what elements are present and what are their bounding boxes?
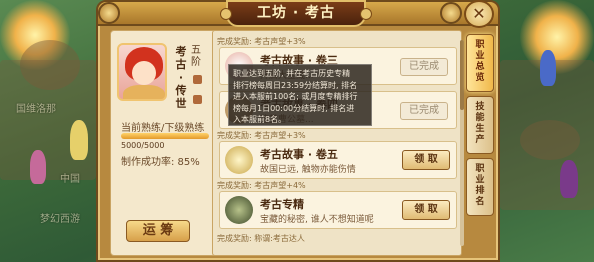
scrollbar-thumb[interactable]	[460, 40, 464, 110]
reward-note: 完成奖励: 称谓:考古达人	[217, 234, 305, 243]
npc-name-label: 梦幻西游	[40, 214, 80, 225]
proficiency-value: 5000/5000	[121, 141, 165, 150]
quest-card[interactable]: 考古专精宝藏的秘密, 谁人不想知道呢 领 取	[219, 191, 457, 229]
side-tab[interactable]: 技能生产	[466, 96, 494, 154]
reward-note: 完成奖励: 考古声望+3%	[217, 37, 306, 46]
reward-note: 完成奖励: 考古声望+4%	[217, 181, 306, 190]
completed-button: 已完成	[400, 58, 448, 76]
ornament-icon	[440, 2, 462, 24]
quest-subtitle: 故国已远, 触物亦能伤情	[260, 165, 356, 175]
completed-button: 已完成	[400, 102, 448, 120]
claim-button[interactable]: 领 取	[402, 150, 450, 170]
bowl-icon	[225, 146, 253, 174]
seal-icon	[193, 75, 202, 84]
requirement-tooltip: 职业达到五阶, 并在考古历史专精 排行榜每周日23:59分结算时, 排名 进入本服前…	[228, 64, 372, 126]
window-title: 工坊 · 考古	[220, 0, 372, 27]
npc-character[interactable]	[560, 160, 578, 198]
tooltip-line: 榜每月1日00:00分结算时, 排名进	[233, 103, 355, 113]
character-avatar	[117, 43, 167, 101]
npc-character[interactable]	[540, 50, 556, 86]
tooltip-line: 职业达到五阶, 并在考古历史专精	[233, 69, 351, 78]
convey-button[interactable]: 运 筹	[126, 220, 190, 242]
tooltip-line: 入本服前8名。	[233, 115, 287, 124]
npc-name-label: 国维洛那	[16, 104, 56, 115]
proficiency-bar	[121, 133, 209, 139]
seal-icon	[193, 95, 202, 104]
character-name: 考古 · 传世	[175, 45, 187, 110]
npc-character[interactable]	[30, 150, 46, 184]
ornament-icon	[98, 2, 120, 24]
reward-note: 完成奖励: 考古声望+3%	[217, 131, 306, 140]
close-button[interactable]: ✕	[464, 0, 494, 28]
side-tab[interactable]: 职业排名	[466, 158, 494, 216]
tooltip-line: 进入本服前100名; 或月度专精排行	[233, 92, 358, 101]
quest-card[interactable]: 考古故事 · 卷五故国已远, 触物亦能伤情 领 取	[219, 141, 457, 179]
success-rate: 制作成功率: 85%	[121, 157, 200, 168]
quest-title: 考古专精	[260, 198, 304, 211]
proficiency-label: 当前熟练/下级熟练	[121, 123, 205, 134]
character-rank: 五阶	[191, 45, 201, 68]
npc-name-label: 中国	[60, 174, 80, 185]
side-tab[interactable]: 职业总览	[466, 34, 494, 92]
quest-subtitle: 宝藏的秘密, 谁人不想知道呢	[260, 215, 374, 225]
npc-character[interactable]	[70, 120, 88, 160]
claim-button[interactable]: 领 取	[402, 200, 450, 220]
tooltip-line: 排行榜每周日23:59分结算时, 排名	[233, 80, 358, 90]
quest-title: 考古故事 · 卷五	[260, 148, 338, 161]
cauldron-icon	[225, 196, 253, 224]
